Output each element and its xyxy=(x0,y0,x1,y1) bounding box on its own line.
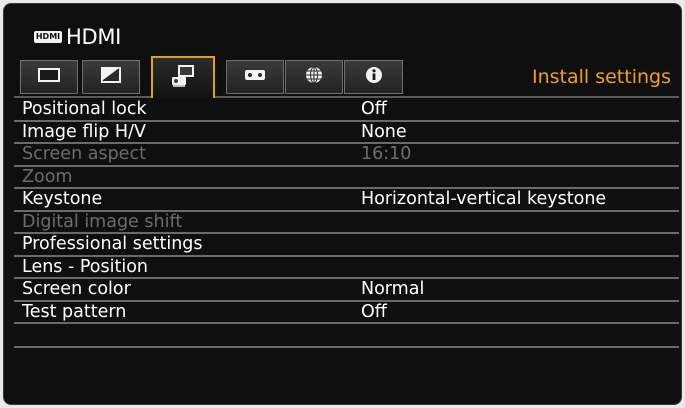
menu-tab-bar: Install settings xyxy=(14,56,679,98)
tab-network-settings[interactable] xyxy=(285,60,343,94)
tab-system-settings[interactable] xyxy=(226,60,284,94)
menu-item-label: Image flip H/V xyxy=(22,121,146,142)
menu-item-keystone[interactable]: Keystone Horizontal-vertical keystone xyxy=(14,189,679,212)
menu-item-label: Digital image shift xyxy=(22,211,183,232)
menu-item-professional-settings[interactable]: Professional settings xyxy=(14,234,679,257)
tab-install-settings[interactable] xyxy=(151,56,215,98)
menu-item-positional-lock[interactable]: Positional lock Off xyxy=(14,99,679,122)
image-settings-icon xyxy=(100,66,122,88)
tab-image-settings[interactable] xyxy=(82,60,140,94)
menu-item-label: Professional settings xyxy=(22,234,203,254)
empty-menu-row xyxy=(14,324,679,348)
menu-item-screen-color[interactable]: Screen color Normal xyxy=(14,279,679,302)
tab-information[interactable] xyxy=(344,60,403,94)
info-icon xyxy=(365,66,383,88)
menu-item-value: Off xyxy=(361,99,387,119)
menu-item-label: Test pattern xyxy=(22,301,127,322)
menu-item-label: Screen color xyxy=(22,279,131,299)
menu-item-digital-image-shift: Digital image shift xyxy=(14,211,679,234)
input-source-header: HDMI HDMI xyxy=(34,24,121,50)
menu-item-label: Zoom xyxy=(22,166,73,187)
menu-item-test-pattern[interactable]: Test pattern Off xyxy=(14,301,679,324)
menu-item-label: Keystone xyxy=(22,189,103,209)
menu-item-value: None xyxy=(361,121,407,142)
section-title: Install settings xyxy=(531,66,671,88)
menu-item-value: Off xyxy=(361,301,387,322)
tab-image-adjustment[interactable] xyxy=(20,60,78,94)
menu-item-zoom: Zoom xyxy=(14,166,679,189)
input-source-name: HDMI xyxy=(66,25,122,49)
osd-menu-window: HDMI HDMI Install settings Positional lo… xyxy=(3,3,682,405)
menu-item-image-flip[interactable]: Image flip H/V None xyxy=(14,121,679,144)
menu-item-label: Positional lock xyxy=(22,99,147,119)
menu-item-value: Normal xyxy=(361,279,425,299)
menu-item-value: 16:10 xyxy=(361,144,412,164)
settings-menu-list: Positional lock Off Image flip H/V None … xyxy=(14,99,679,348)
menu-item-label: Screen aspect xyxy=(22,144,146,164)
menu-item-value: Horizontal-vertical keystone xyxy=(361,189,607,209)
picture-icon xyxy=(37,67,61,87)
projector-install-icon xyxy=(169,64,197,92)
hdmi-source-icon: HDMI xyxy=(34,31,62,43)
menu-item-screen-aspect: Screen aspect 16:10 xyxy=(14,144,679,167)
menu-item-lens-position[interactable]: Lens - Position xyxy=(14,256,679,279)
globe-icon xyxy=(305,66,323,88)
menu-item-label: Lens - Position xyxy=(22,256,148,277)
system-settings-icon xyxy=(243,67,267,87)
